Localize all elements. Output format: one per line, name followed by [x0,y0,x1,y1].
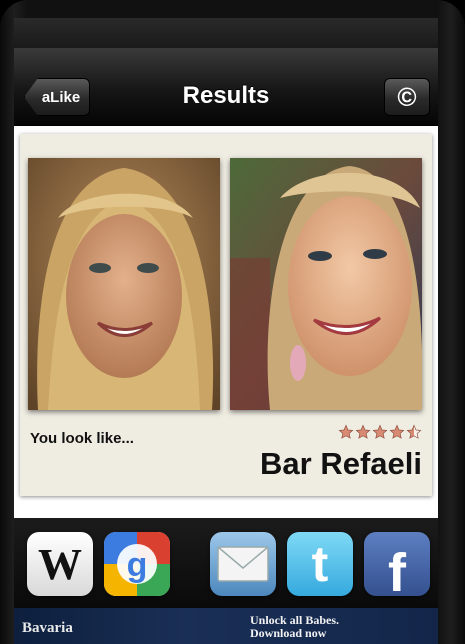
ad-line-2: Download now [250,626,327,640]
match-name: Bar Refaeli [260,446,422,481]
copyright-icon: © [397,81,417,112]
wikipedia-icon[interactable]: W [27,532,93,596]
star-icon [389,424,405,439]
results-content: You look like... Bar Refaeli [14,126,438,518]
star-icon [372,424,388,439]
half-star-icon [406,424,422,439]
facebook-glyph: f [388,543,406,596]
star-icon [338,424,354,439]
match-rating [338,424,422,440]
share-bar: W g t f [14,518,438,608]
match-photo [230,158,422,410]
result-card: You look like... Bar Refaeli [20,134,432,496]
ad-banner[interactable]: Bavaria Unlock all Babes. Download now [14,608,438,644]
ad-brand: Bavaria [22,620,73,636]
page-title: Results [182,82,270,109]
you-look-like-label: You look like... [30,430,134,447]
twitter-icon[interactable]: t [287,532,353,596]
ad-text: Unlock all Babes. Download now [250,614,339,640]
status-bar [14,18,438,48]
twitter-glyph: t [311,536,329,592]
navigation-bar: aLike Results © [14,48,438,126]
device-frame: aLike Results © You look like... Bar Ref… [0,0,465,644]
app-screen: aLike Results © You look like... Bar Ref… [14,18,438,644]
google-icon[interactable]: g [104,532,170,596]
google-glyph: g [127,546,148,584]
email-icon[interactable] [210,532,276,596]
star-icon [355,424,371,439]
user-photo [28,158,220,410]
copyright-button[interactable]: © [384,78,430,116]
wikipedia-glyph: W [38,539,82,589]
facebook-icon[interactable]: f [364,532,430,596]
